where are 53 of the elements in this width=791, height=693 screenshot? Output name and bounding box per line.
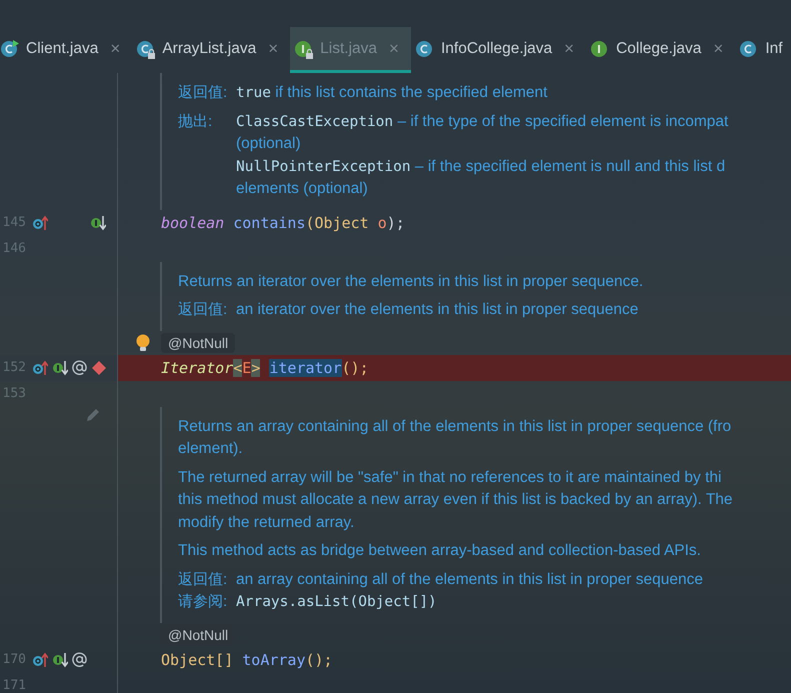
implemented-icon[interactable]: [52, 360, 68, 376]
doc-text: this method must allocate a new array even if this list is backed by an array). The: [178, 490, 733, 510]
overrides-icon[interactable]: [32, 214, 48, 230]
line-number: 171: [2, 678, 26, 693]
code-line: Object[] toArray();: [160, 650, 334, 670]
doc-text: The returned array will be "safe" in that no references to it are maintained by thi: [178, 468, 722, 488]
doc-text: modify the returned array.: [178, 512, 354, 532]
editor-tab[interactable]: Client.java ×: [0, 27, 132, 73]
doc-text: an array containing all of the elements in this list in proper sequence: [236, 570, 703, 590]
tab-label: List.java: [320, 40, 378, 58]
code-line: Iterator<E> iterator();: [160, 358, 370, 378]
line-number: 170: [2, 652, 26, 667]
lightbulb-icon[interactable]: [135, 334, 151, 352]
implemented-icon[interactable]: [52, 652, 68, 668]
close-icon[interactable]: ×: [713, 38, 724, 58]
doc-tag-label: 请参阅:: [178, 592, 228, 611]
editor-tab[interactable]: List.java ×: [290, 27, 411, 73]
editor-tab[interactable]: ArrayList.java ×: [132, 27, 290, 73]
tab-label: Client.java: [26, 40, 98, 58]
tab-label: Inf: [765, 40, 783, 58]
doc-text: elements (optional): [236, 179, 368, 199]
editor-tab[interactable]: Inf: [735, 27, 791, 73]
doc-text: Returns an array containing all of the elements in this list in proper sequence (fro: [178, 416, 732, 436]
close-icon[interactable]: ×: [564, 38, 574, 58]
overrides-icon[interactable]: [32, 360, 48, 376]
at-sign-icon[interactable]: [72, 652, 87, 667]
overrides-icon[interactable]: [32, 652, 48, 668]
code-line: boolean contains(Object o);: [160, 212, 406, 234]
doc-tag-label: 抛出:: [178, 112, 214, 130]
tab-label: College.java: [616, 40, 702, 58]
doc-text: element).: [178, 439, 243, 459]
close-icon[interactable]: ×: [110, 38, 120, 58]
tab-label: InfoCollege.java: [440, 40, 552, 58]
editor-tab[interactable]: College.java ×: [586, 27, 736, 73]
breakpoint-icon[interactable]: [91, 360, 107, 376]
doc-text: (optional): [236, 134, 301, 154]
doc-text: This method acts as bridge between array-based and collection-based APIs.: [178, 541, 701, 561]
doc-text: an iterator over the elements in this list in proper sequence: [236, 300, 638, 320]
doc-text: NullPointerException – if the specified element is null and this list d: [236, 156, 726, 176]
at-sign-icon[interactable]: [72, 360, 87, 375]
doc-text: Arrays.asList(Object[]): [236, 593, 437, 612]
tab-label: ArrayList.java: [162, 40, 256, 58]
doc-tag-label: 返回值:: [178, 300, 228, 319]
editor-tab[interactable]: InfoCollege.java ×: [410, 27, 586, 73]
annotation-hint: @NotNull: [161, 332, 236, 352]
doc-tag-label: 返回值:: [178, 570, 228, 588]
close-icon[interactable]: ×: [389, 38, 399, 58]
doc-tag-label: 返回值:: [178, 83, 228, 102]
doc-text: Returns an iterator over the elements in this list in proper sequence.: [178, 272, 644, 292]
doc-text: true if this list contains the specified element: [236, 83, 548, 103]
implemented-icon[interactable]: [90, 214, 106, 230]
doc-text: ClassCastException – if the type of the specified element is incompat: [236, 112, 728, 132]
close-icon[interactable]: ×: [268, 38, 278, 58]
